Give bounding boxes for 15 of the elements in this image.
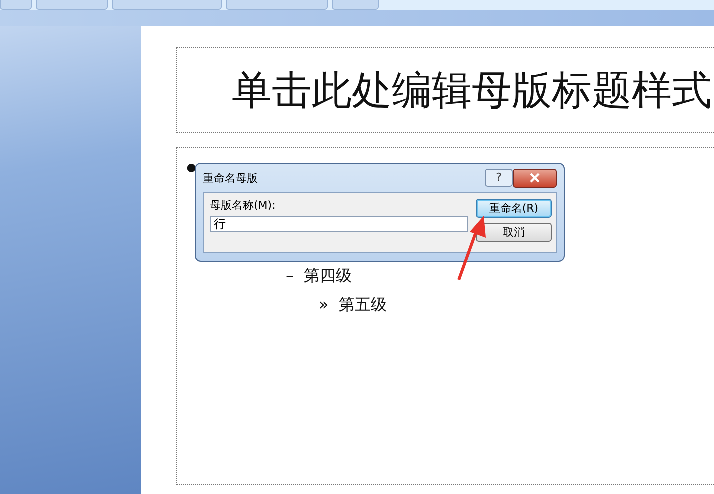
- dialog-button[interactable]: 取消: [476, 223, 552, 242]
- dialog-title: 重命名母版: [203, 170, 259, 186]
- dialog-button[interactable]: 重命名(R): [476, 199, 552, 218]
- bullet: –: [286, 266, 294, 285]
- slide-title: 单击此处编辑母版标题样式: [232, 66, 712, 116]
- bullet: •: [183, 152, 200, 186]
- field-label: 母版名称(M):: [210, 198, 277, 213]
- body-text: 第四级: [304, 266, 352, 287]
- name-field[interactable]: 行: [210, 216, 468, 232]
- title-placeholder[interactable]: 单击此处编辑母版标题样式: [176, 47, 714, 133]
- bullet: »: [319, 295, 329, 314]
- body-text: 第五级: [338, 295, 387, 316]
- close-button[interactable]: [513, 168, 557, 188]
- close-icon: [529, 173, 541, 183]
- help-button[interactable]: ?: [485, 169, 513, 187]
